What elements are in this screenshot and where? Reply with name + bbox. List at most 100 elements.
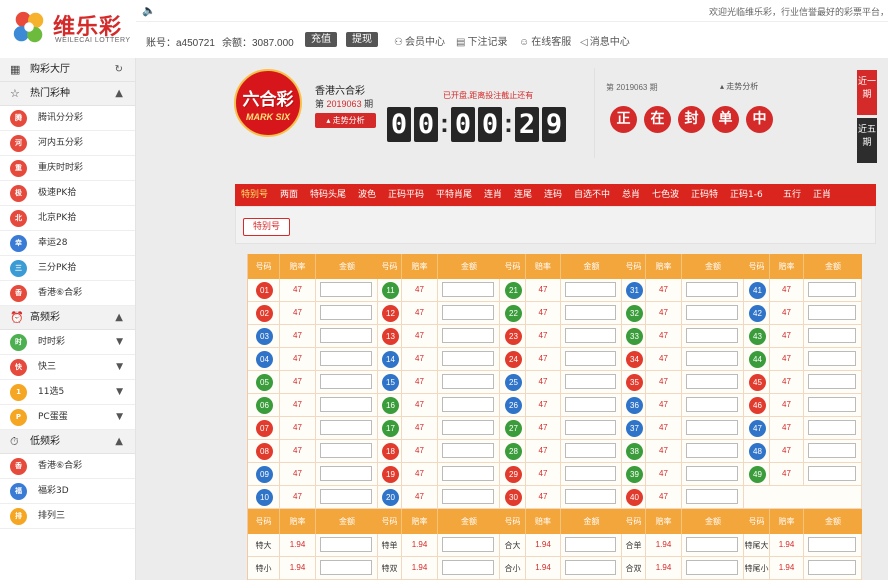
sidebar-item[interactable]: 河 河内五分彩 bbox=[0, 131, 135, 156]
amount-input[interactable] bbox=[565, 537, 616, 552]
amount-input[interactable] bbox=[320, 466, 372, 481]
amount-input[interactable] bbox=[565, 443, 616, 458]
amount-input[interactable] bbox=[808, 560, 856, 575]
amount-input[interactable] bbox=[565, 374, 616, 389]
amount-input[interactable] bbox=[686, 374, 738, 389]
amount-input[interactable] bbox=[686, 443, 738, 458]
sidebar-item[interactable]: 重 重庆时时彩 bbox=[0, 156, 135, 181]
amount-input[interactable] bbox=[442, 443, 494, 458]
amount-input[interactable] bbox=[320, 328, 372, 343]
amount-input[interactable] bbox=[442, 282, 494, 297]
amount-input[interactable] bbox=[442, 328, 494, 343]
tab-16[interactable]: 正肖 bbox=[813, 184, 831, 206]
triangle-down-icon[interactable]: ▼ bbox=[116, 330, 123, 355]
tab-12[interactable]: 七色波 bbox=[652, 184, 679, 206]
sidebar-item[interactable]: 时 时时彩 ▼ bbox=[0, 330, 135, 355]
amount-input[interactable] bbox=[320, 443, 372, 458]
sub-tab-special[interactable]: 特别号 bbox=[243, 218, 290, 236]
amount-input[interactable] bbox=[808, 374, 856, 389]
amount-input[interactable] bbox=[565, 351, 616, 366]
bet-records-link[interactable]: ▤ 下注记录 bbox=[456, 33, 507, 48]
sidebar-group-1[interactable]: ☆ 热门彩种 ▲ bbox=[0, 82, 135, 106]
tab-8[interactable]: 连尾 bbox=[514, 184, 532, 206]
sidebar-item[interactable]: 排 排列三 bbox=[0, 504, 135, 529]
tab-14[interactable]: 正码1-6 bbox=[730, 184, 763, 206]
sidebar-group-2[interactable]: ⏰ 高频彩 ▲ bbox=[0, 306, 135, 330]
amount-input[interactable] bbox=[442, 560, 494, 575]
amount-input[interactable] bbox=[442, 397, 494, 412]
amount-input[interactable] bbox=[686, 282, 738, 297]
sidebar-item[interactable]: 香 香港⑥合彩 bbox=[0, 281, 135, 306]
amount-input[interactable] bbox=[686, 537, 738, 552]
amount-input[interactable] bbox=[442, 420, 494, 435]
withdraw-button[interactable]: 提现 bbox=[346, 32, 378, 47]
amount-input[interactable] bbox=[320, 489, 372, 504]
amount-input[interactable] bbox=[320, 305, 372, 320]
amount-input[interactable] bbox=[808, 537, 856, 552]
amount-input[interactable] bbox=[686, 305, 738, 320]
sidebar-item[interactable]: 腾 腾讯分分彩 bbox=[0, 106, 135, 131]
tab-11[interactable]: 总肖 bbox=[622, 184, 640, 206]
tab-5[interactable]: 正码平码 bbox=[388, 184, 424, 206]
amount-input[interactable] bbox=[808, 328, 856, 343]
sidebar-item[interactable]: 三 三分PK拾 bbox=[0, 256, 135, 281]
amount-input[interactable] bbox=[808, 443, 856, 458]
sidebar-item[interactable]: 极 极速PK拾 bbox=[0, 181, 135, 206]
amount-input[interactable] bbox=[808, 282, 856, 297]
triangle-down-icon[interactable]: ▼ bbox=[116, 355, 123, 380]
amount-input[interactable] bbox=[686, 489, 738, 504]
sidebar-item[interactable]: P PC蛋蛋 ▼ bbox=[0, 405, 135, 430]
amount-input[interactable] bbox=[565, 328, 616, 343]
triangle-up-icon[interactable]: ▲ bbox=[115, 306, 123, 330]
amount-input[interactable] bbox=[320, 420, 372, 435]
tab-3[interactable]: 特码头尾 bbox=[310, 184, 346, 206]
triangle-down-icon[interactable]: ▼ bbox=[116, 380, 123, 405]
amount-input[interactable] bbox=[442, 466, 494, 481]
amount-input[interactable] bbox=[442, 374, 494, 389]
amount-input[interactable] bbox=[808, 305, 856, 320]
amount-input[interactable] bbox=[565, 305, 616, 320]
logo[interactable]: 维乐彩 WEILECAI LOTTERY bbox=[0, 0, 136, 58]
triangle-down-icon[interactable]: ▼ bbox=[116, 405, 123, 430]
sidebar-item[interactable]: 北 北京PK拾 bbox=[0, 206, 135, 231]
recent-five-tab[interactable]: 近五期 bbox=[857, 118, 877, 163]
amount-input[interactable] bbox=[442, 305, 494, 320]
sidebar-item[interactable]: 香 香港⑥合彩 bbox=[0, 454, 135, 479]
sidebar-hall[interactable]: ▦ 购彩大厅 ↻ bbox=[0, 58, 135, 82]
amount-input[interactable] bbox=[565, 466, 616, 481]
amount-input[interactable] bbox=[565, 397, 616, 412]
recharge-button[interactable]: 充值 bbox=[305, 32, 337, 47]
amount-input[interactable] bbox=[565, 560, 616, 575]
member-center-link[interactable]: ⚇ 会员中心 bbox=[394, 33, 445, 48]
tab-2[interactable]: 两面 bbox=[280, 184, 298, 206]
amount-input[interactable] bbox=[686, 466, 738, 481]
tab-13[interactable]: 正码特 bbox=[691, 184, 718, 206]
tab-15[interactable]: 五行 bbox=[783, 184, 801, 206]
amount-input[interactable] bbox=[565, 282, 616, 297]
sidebar-item[interactable]: 幸 幸运28 bbox=[0, 231, 135, 256]
trend-analysis-button[interactable]: ▴ 走势分析 bbox=[315, 113, 376, 128]
amount-input[interactable] bbox=[686, 328, 738, 343]
result-trend-link[interactable]: ▴ 走势分析 bbox=[720, 81, 758, 92]
message-center-link[interactable]: ◁ 消息中心 bbox=[580, 33, 630, 48]
amount-input[interactable] bbox=[320, 374, 372, 389]
amount-input[interactable] bbox=[320, 537, 372, 552]
tab-4[interactable]: 波色 bbox=[358, 184, 376, 206]
amount-input[interactable] bbox=[808, 420, 856, 435]
online-service-link[interactable]: ☺ 在线客服 bbox=[519, 33, 571, 48]
amount-input[interactable] bbox=[565, 489, 616, 504]
amount-input[interactable] bbox=[320, 351, 372, 366]
amount-input[interactable] bbox=[686, 397, 738, 412]
tab-6[interactable]: 平特肖尾 bbox=[436, 184, 472, 206]
sidebar-item[interactable]: 1 11选5 ▼ bbox=[0, 380, 135, 405]
amount-input[interactable] bbox=[686, 420, 738, 435]
tab-1[interactable]: 特别号 bbox=[241, 184, 268, 206]
sidebar-item[interactable]: 福 福彩3D bbox=[0, 479, 135, 504]
tab-10[interactable]: 自选不中 bbox=[574, 184, 610, 206]
amount-input[interactable] bbox=[442, 489, 494, 504]
amount-input[interactable] bbox=[808, 351, 856, 366]
amount-input[interactable] bbox=[320, 397, 372, 412]
amount-input[interactable] bbox=[565, 420, 616, 435]
triangle-up-icon[interactable]: ▲ bbox=[115, 82, 123, 106]
refresh-icon[interactable]: ↻ bbox=[115, 58, 123, 82]
